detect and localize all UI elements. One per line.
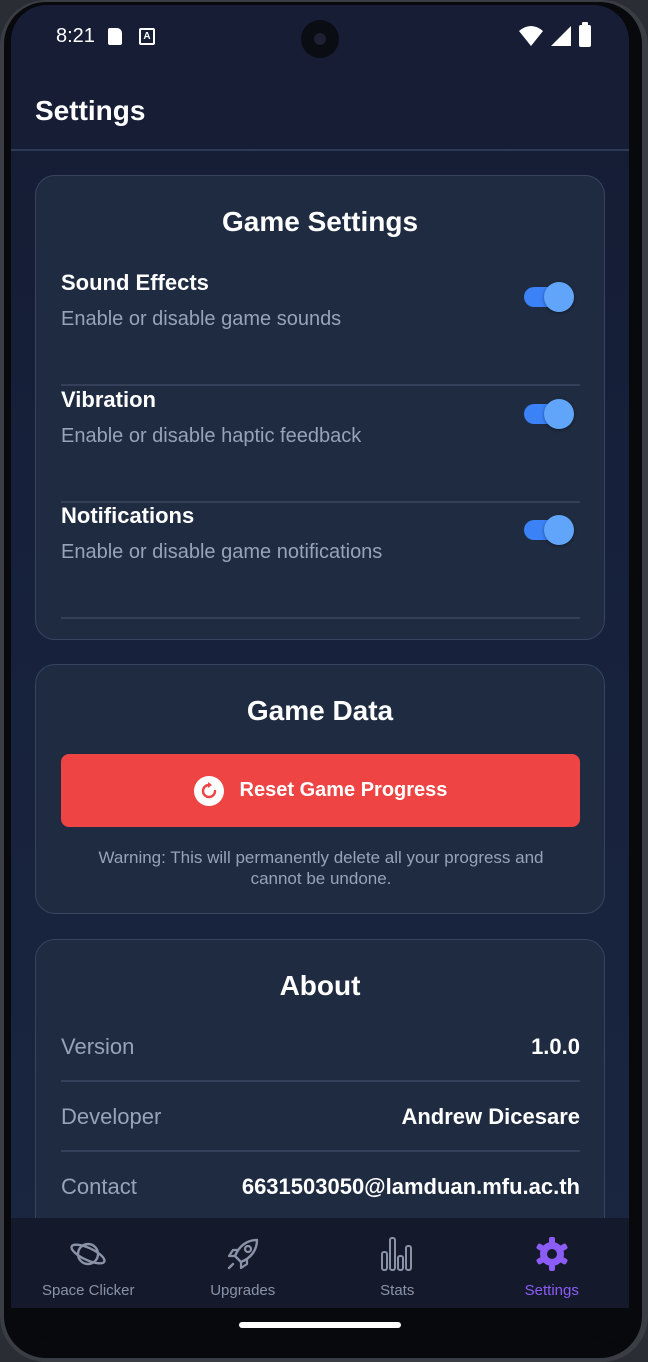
about-title: About — [279, 970, 361, 1001]
toggle-thumb — [544, 399, 574, 429]
planet-icon — [70, 1242, 106, 1266]
keyboard-a-icon: A — [139, 28, 155, 45]
wifi-icon — [519, 26, 543, 46]
nav-label: Stats — [380, 1282, 415, 1299]
setting-label: Notifications — [61, 503, 195, 528]
about-label: Developer — [61, 1104, 162, 1129]
home-indicator[interactable] — [239, 1322, 401, 1328]
setting-description: Enable or disable game sounds — [61, 308, 342, 330]
gear-icon — [536, 1237, 568, 1271]
gesture-bar — [11, 1308, 629, 1343]
nav-tab-settings[interactable]: Settings — [475, 1218, 630, 1308]
signal-icon — [551, 26, 571, 46]
nav-tab-upgrades[interactable]: Upgrades — [166, 1218, 321, 1308]
about-label: Version — [61, 1034, 135, 1059]
setting-description: Enable or disable haptic feedback — [61, 425, 362, 447]
bottom-navigation: Space Clicker Upgrades Stats Settings — [11, 1218, 629, 1308]
front-camera — [301, 20, 339, 58]
setting-label: Vibration — [61, 387, 156, 412]
bar-chart-icon — [381, 1237, 413, 1271]
status-icons — [519, 22, 591, 47]
reset-warning-text: Warning: This will permanently delete al… — [98, 848, 544, 888]
reset-button-label: Reset Game Progress — [239, 779, 448, 801]
about-row-developer: Developer Andrew Dicesare — [61, 1082, 580, 1152]
status-bar: 8:21 A — [11, 5, 629, 69]
nav-label: Upgrades — [210, 1282, 276, 1299]
game-settings-title: Game Settings — [221, 206, 419, 237]
status-time: 8:21 — [56, 25, 95, 47]
toggle-thumb — [544, 515, 574, 545]
screen: 8:21 A Settings Game Settings Sound Effe… — [11, 5, 629, 1343]
about-value: 1.0.0 — [531, 1034, 580, 1059]
about-row-version: Version 1.0.0 — [61, 1012, 580, 1082]
game-settings-card: Game Settings Sound Effects Enable or di… — [35, 175, 605, 640]
page-title: Settings — [35, 95, 146, 126]
setting-row-vibration: Vibration Enable or disable haptic feedb… — [61, 387, 580, 503]
toggle-thumb — [544, 282, 574, 312]
battery-icon — [579, 22, 591, 47]
game-data-title: Game Data — [246, 695, 394, 726]
nav-tab-space-clicker[interactable]: Space Clicker — [11, 1218, 166, 1308]
about-row-contact: Contact 6631503050@lamduan.mfu.ac.th — [61, 1152, 580, 1222]
setting-label: Sound Effects — [61, 270, 209, 295]
about-value: Andrew Dicesare — [401, 1104, 580, 1129]
nav-label: Space Clicker — [41, 1282, 135, 1299]
sound-effects-toggle[interactable] — [524, 282, 574, 312]
notifications-toggle[interactable] — [524, 515, 574, 545]
sd-card-icon — [108, 28, 122, 45]
setting-row-notifications: Notifications Enable or disable game not… — [61, 503, 580, 619]
device-bezel: 8:21 A Settings Game Settings Sound Effe… — [4, 2, 642, 1358]
setting-description: Enable or disable game notifications — [61, 541, 383, 563]
rocket-icon — [227, 1238, 258, 1270]
device-frame: 8:21 A Settings Game Settings Sound Effe… — [0, 0, 648, 1362]
game-data-card: Game Data Reset Game Progress Warning: T… — [35, 664, 605, 914]
app-header: Settings — [11, 69, 629, 151]
refresh-icon — [193, 775, 224, 806]
about-label: Contact — [61, 1174, 137, 1199]
contact-email[interactable]: 6631503050@lamduan.mfu.ac.th — [242, 1174, 580, 1200]
reset-progress-button[interactable]: Reset Game Progress — [61, 754, 580, 827]
vibration-toggle[interactable] — [524, 399, 574, 429]
setting-row-sound-effects: Sound Effects Enable or disable game sou… — [61, 270, 580, 386]
nav-tab-stats[interactable]: Stats — [320, 1218, 475, 1308]
nav-label: Settings — [524, 1282, 579, 1299]
